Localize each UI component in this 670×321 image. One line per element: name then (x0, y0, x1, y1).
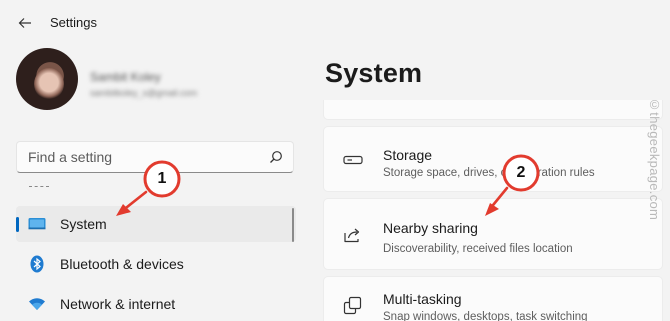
partial-card-top[interactable] (323, 100, 663, 120)
sidebar-scrollbar[interactable] (292, 208, 294, 242)
search-input[interactable] (28, 149, 258, 165)
sidebar-item-label: System (60, 216, 107, 232)
selection-indicator (16, 217, 19, 232)
card-description: Discoverability, received files location (383, 243, 573, 255)
card-description: Storage space, drives, configuration rul… (383, 167, 595, 179)
card-title: Nearby sharing (383, 220, 478, 236)
back-button[interactable] (14, 12, 36, 34)
settings-card-multitasking[interactable]: Multi-tasking Snap windows, desktops, ta… (323, 276, 663, 321)
app-title: Settings (50, 15, 97, 30)
annotation-label-2: 2 (516, 164, 526, 181)
avatar (16, 48, 78, 110)
sidebar-item-label: Bluetooth & devices (60, 256, 184, 272)
search-icon[interactable] (269, 150, 283, 164)
sidebar-item-system[interactable]: System (16, 206, 296, 242)
monitor-icon (28, 218, 46, 230)
title-bar: Settings (0, 0, 670, 46)
settings-card-storage[interactable]: Storage Storage space, drives, configura… (323, 126, 663, 192)
wifi-icon (29, 298, 45, 310)
bluetooth-icon (30, 255, 44, 273)
annotation-label-1: 1 (157, 170, 167, 187)
sidebar-item-network[interactable]: Network & internet (16, 286, 296, 321)
card-description: Snap windows, desktops, task switching (383, 311, 588, 321)
sidebar-item-label: Network & internet (60, 296, 176, 312)
user-profile[interactable]: Sambit Koley sambitkoley_s@gmail.com (16, 48, 296, 118)
watermark: ©thegeekpage.com (647, 97, 662, 221)
multitasking-icon (343, 296, 362, 315)
profile-email: sambitkoley_s@gmail.com (90, 88, 198, 98)
storage-drive-icon (343, 155, 363, 165)
card-title: Storage (383, 147, 433, 163)
share-icon (344, 228, 360, 243)
profile-name: Sambit Koley (90, 70, 161, 84)
page-title: System (325, 58, 423, 88)
hidden-nav-item-edge (29, 186, 49, 189)
back-arrow-icon (18, 18, 31, 28)
settings-card-nearby-sharing[interactable]: Nearby sharing Discoverability, received… (323, 198, 663, 270)
card-title: Multi-tasking (383, 291, 462, 307)
sidebar-item-bluetooth[interactable]: Bluetooth & devices (16, 246, 296, 282)
search-box (16, 141, 294, 173)
